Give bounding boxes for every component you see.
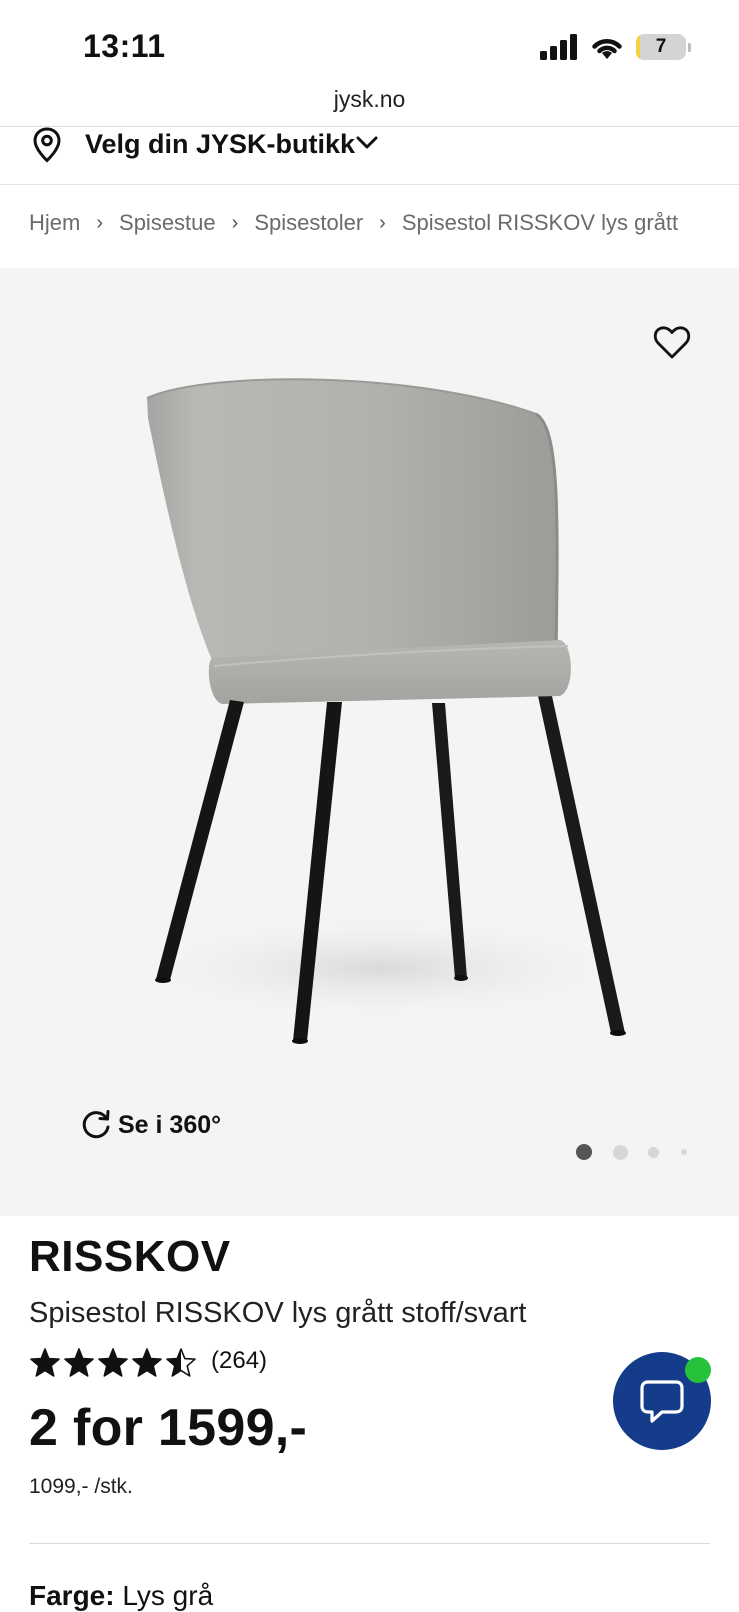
- product-brand: RISSKOV: [29, 1232, 231, 1281]
- favorite-heart-icon[interactable]: [652, 322, 692, 362]
- unit-price: 1099,- /stk.: [29, 1475, 133, 1498]
- view-360-label: Se i 360°: [118, 1110, 222, 1139]
- rating-stars: [29, 1347, 197, 1379]
- wifi-icon: [592, 39, 622, 59]
- breadcrumb-item-dining-room[interactable]: Spisestue: [119, 210, 216, 236]
- product-image: [120, 378, 640, 1044]
- browser-url[interactable]: jysk.no: [0, 86, 739, 113]
- color-selector[interactable]: Farge: Lys grå: [29, 1580, 213, 1612]
- star-icon: [132, 1348, 162, 1377]
- divider: [29, 1543, 710, 1544]
- online-indicator: [685, 1357, 711, 1383]
- divider: [0, 184, 739, 185]
- star-icon: [30, 1348, 60, 1377]
- gallery-pagination[interactable]: [576, 1142, 687, 1162]
- chat-bubble-icon: [640, 1380, 684, 1423]
- pagination-dot[interactable]: [576, 1144, 592, 1160]
- battery-icon: 7: [636, 34, 686, 60]
- status-icons: 7: [540, 34, 691, 60]
- breadcrumb-separator: ›: [379, 211, 386, 234]
- signal-icon: [540, 34, 577, 60]
- product-name: Spisestol RISSKOV lys grått stoff/svart: [29, 1297, 527, 1329]
- pagination-dot[interactable]: [612, 1144, 628, 1160]
- breadcrumb-item-home[interactable]: Hjem: [29, 210, 80, 236]
- star-icon: [166, 1348, 196, 1377]
- status-time: 13:11: [83, 28, 166, 64]
- breadcrumb-item-dining-chairs[interactable]: Spisestoler: [254, 210, 363, 236]
- rotate-icon: [82, 1110, 110, 1139]
- view-360-button[interactable]: Se i 360°: [80, 1109, 221, 1141]
- breadcrumb-separator: ›: [96, 211, 104, 234]
- color-value: Lys grå: [122, 1580, 214, 1611]
- breadcrumb-item-current: Spisestol RISSKOV lys grått: [401, 210, 679, 235]
- pagination-dot[interactable]: [681, 1149, 687, 1155]
- status-bar: 13:11 7: [0, 0, 739, 90]
- store-selector-label: Velg din JYSK-butikk: [85, 129, 356, 159]
- breadcrumb: Hjem › Spisestue › Spisestoler › Spisest…: [29, 210, 678, 236]
- product-rating[interactable]: (264): [29, 1347, 267, 1379]
- star-icon: [64, 1348, 94, 1377]
- breadcrumb-separator: ›: [231, 211, 239, 234]
- product-price: 2 for 1599,-: [29, 1399, 308, 1457]
- battery-tip: [688, 42, 691, 52]
- location-pin-icon: [33, 127, 61, 163]
- color-label: Farge:: [29, 1580, 115, 1611]
- battery-level: 7: [655, 36, 667, 57]
- star-icon: [98, 1348, 128, 1377]
- store-selector[interactable]: Velg din JYSK-butikk: [0, 127, 739, 184]
- review-count: (264): [211, 1347, 268, 1374]
- pagination-dot[interactable]: [647, 1146, 659, 1158]
- chevron-down-icon: [356, 136, 378, 149]
